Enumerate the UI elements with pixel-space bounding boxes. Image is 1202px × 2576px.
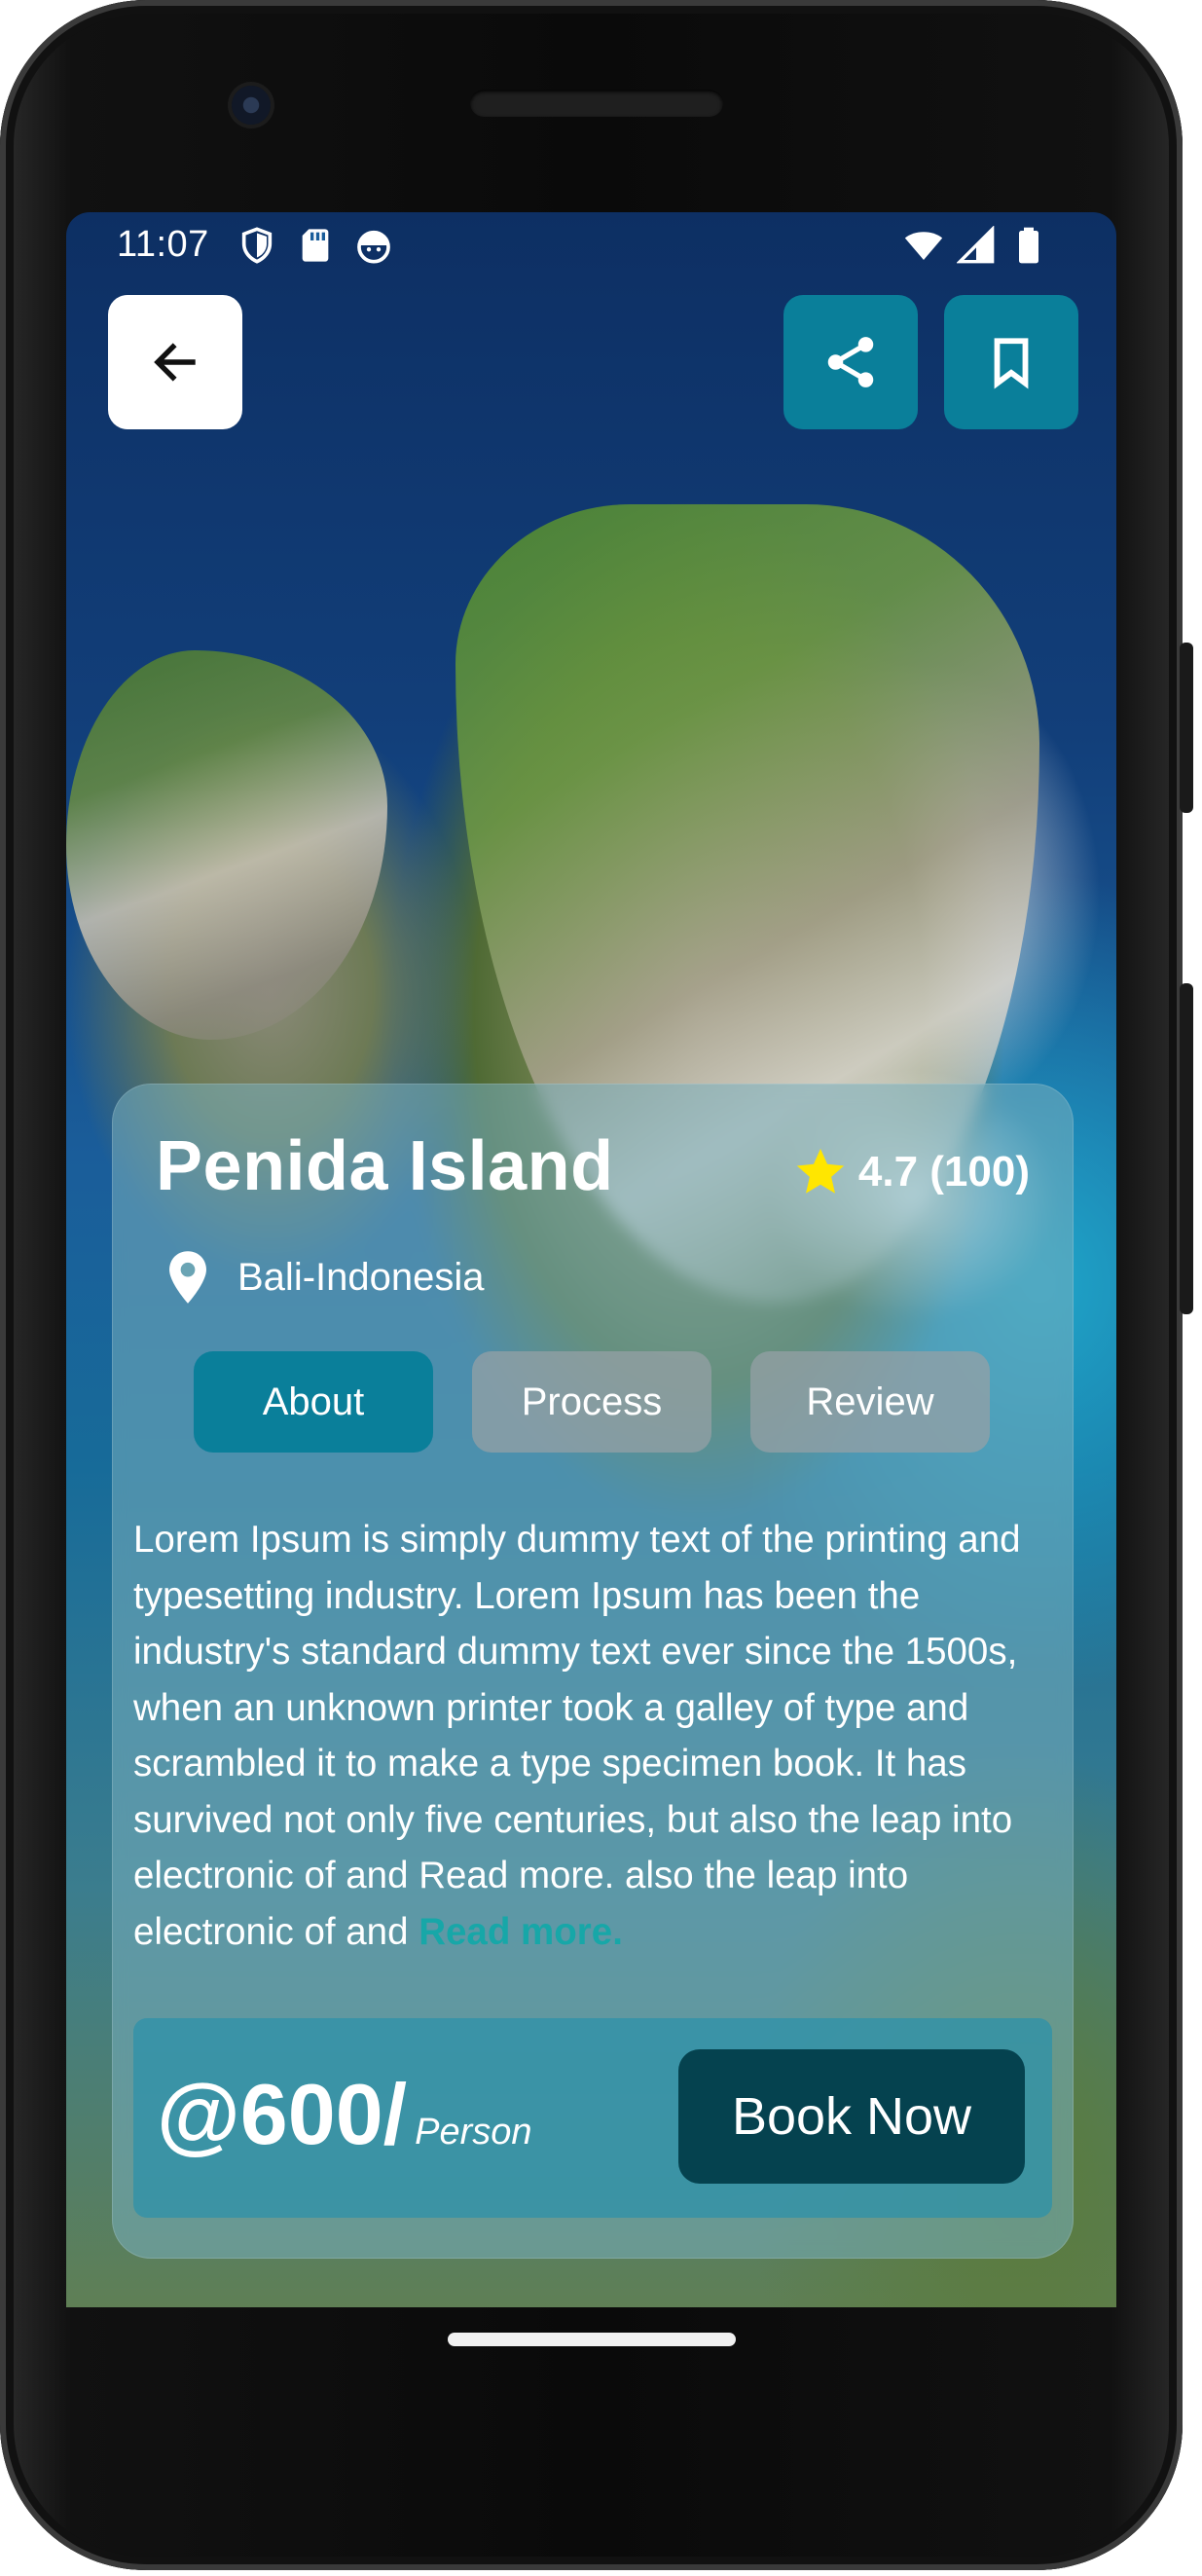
price-unit: Person [415,2112,532,2153]
status-icons-left [237,226,393,265]
star-icon [796,1148,845,1194]
earpiece-speaker [470,90,723,117]
place-title: Penida Island [156,1127,614,1205]
read-more-link[interactable]: Read more. [419,1911,623,1953]
place-rating: 4.7 (100) [792,1144,1030,1200]
about-text: Lorem Ipsum is simply dummy text of the … [133,1519,1021,1953]
home-indicator[interactable] [448,2333,736,2346]
status-bar: 11:07 [66,212,1116,280]
about-description: Lorem Ipsum is simply dummy text of the … [133,1512,1063,1960]
place-location: Bali-Indonesia [165,1249,485,1306]
share-button[interactable] [783,295,918,429]
screen: 11:07 Penida Island 4.7 (100) Bali-Indon… [66,212,1116,2307]
tab-process[interactable]: Process [472,1351,711,1453]
bookmark-icon [994,338,1029,389]
price-amount: @600/ [157,2066,408,2162]
power-button [1180,983,1193,1314]
wifi-icon [904,232,943,260]
sd-card-icon [302,229,329,262]
arrow-left-icon [154,343,196,382]
location-pin-icon [169,1251,206,1304]
tab-review[interactable]: Review [750,1351,990,1453]
book-now-button[interactable]: Book Now [678,2049,1025,2184]
tab-about[interactable]: About [194,1351,433,1453]
background-island-small [66,650,387,1040]
booking-bar: @600/ Person Book Now [133,2018,1052,2218]
place-details-card: Penida Island 4.7 (100) Bali-Indonesia A… [112,1084,1074,2259]
battery-icon [1019,227,1038,264]
status-icons-right [904,226,1048,265]
detail-tabs: About Process Review [194,1351,990,1453]
price: @600/ Person [157,2065,532,2164]
volume-button [1180,643,1193,813]
android-face-icon [357,230,390,264]
shield-icon [241,227,273,264]
share-icon [827,337,874,387]
back-button[interactable] [108,295,242,429]
status-time: 11:07 [117,224,209,265]
location-text: Bali-Indonesia [237,1255,485,1299]
rating-text: 4.7 (100) [857,1148,1030,1196]
phone-frame: 11:07 Penida Island 4.7 (100) Bali-Indon… [0,0,1193,2570]
cell-signal-icon [957,226,995,264]
front-camera [232,86,271,125]
bookmark-button[interactable] [944,295,1078,429]
